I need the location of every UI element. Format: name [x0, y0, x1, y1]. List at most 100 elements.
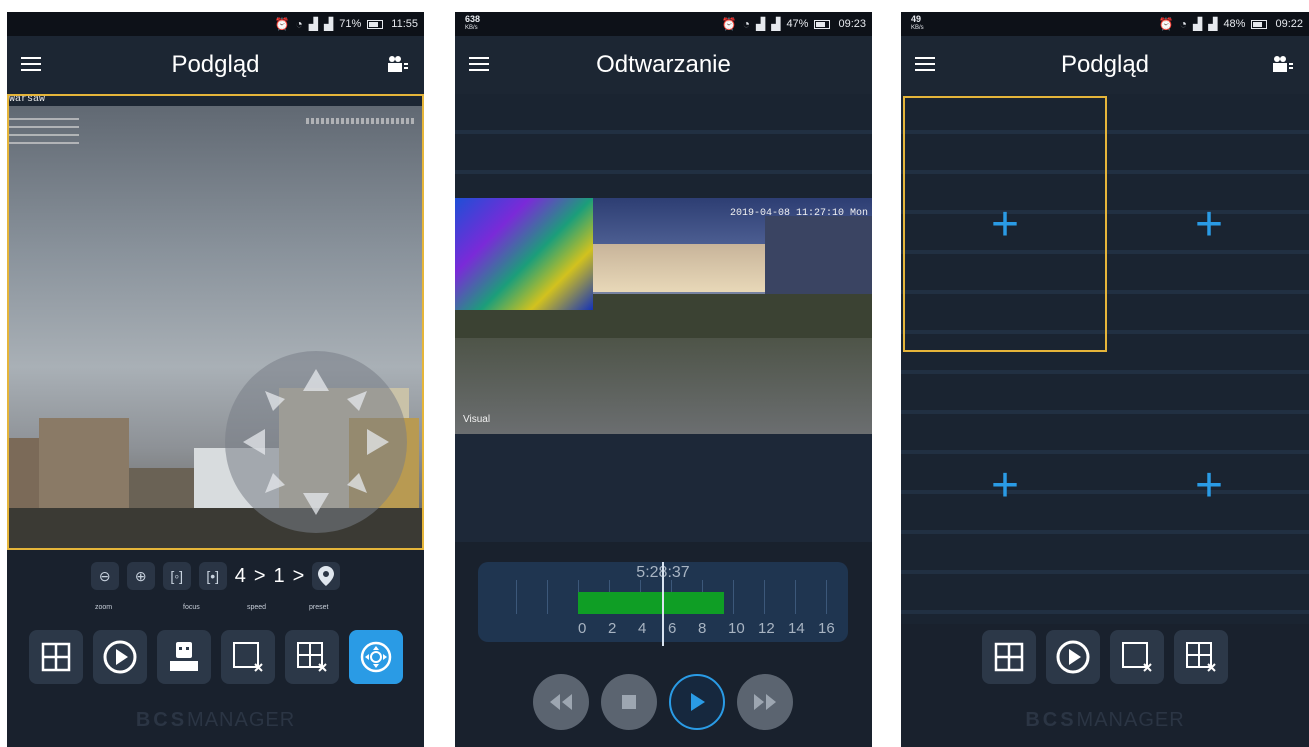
brand-logo: BCSMANAGER	[135, 709, 296, 731]
window-close-icon	[1122, 642, 1152, 672]
close-all-button[interactable]	[284, 630, 339, 684]
app-bar: Podgląd	[7, 36, 424, 94]
brand-logo: BCSMANAGER	[1025, 709, 1185, 731]
face-button[interactable]	[156, 630, 211, 684]
phone-quad-view: 49 KB/s ⏰ ◔ ▟ ▟ 48% 09:22 Podgląd + + + +	[901, 12, 1309, 747]
ptz-icon	[360, 641, 391, 673]
recording-segment	[578, 592, 724, 614]
playback-video[interactable]: 2019-04-08 11:27:10 Mon Visual	[455, 198, 872, 434]
grid-icon	[994, 642, 1024, 672]
signal-icon: ▟	[771, 17, 781, 31]
fast-forward-button[interactable]	[737, 674, 793, 730]
page-title: Odtwarzanie	[596, 51, 731, 78]
wifi-icon: ◔	[1179, 17, 1187, 31]
alarm-icon: ⏰	[721, 17, 737, 31]
alarm-icon: ⏰	[1158, 17, 1174, 31]
focus-label: focus	[183, 604, 200, 611]
speed-value[interactable]: 4	[235, 565, 246, 588]
battery-percent: 48%	[1223, 18, 1246, 30]
signal-icon: ▟	[308, 17, 319, 31]
chevron-right-icon: >	[292, 564, 305, 587]
phone-playback: 638 KB/s ⏰ ◔ ▟ ▟ 47% 09:23 Odtwarzanie 20…	[455, 12, 872, 747]
warehouse-building	[591, 244, 771, 292]
grid-close-icon	[296, 642, 327, 672]
camera-list-icon[interactable]	[1271, 54, 1295, 76]
play-icon	[691, 693, 705, 711]
close-window-button[interactable]	[220, 630, 275, 684]
add-camera-icon: +	[1194, 458, 1224, 512]
battery-icon	[1251, 19, 1268, 29]
status-bar: ⏰ ◔ ▟ ▟ 71% 11:55	[7, 12, 424, 36]
grid-close-icon	[1186, 642, 1216, 672]
stop-button[interactable]	[601, 674, 657, 730]
ptz-joystick[interactable]	[225, 351, 407, 533]
add-camera-icon: +	[990, 197, 1020, 251]
battery-icon	[814, 19, 831, 29]
preset-label: preset	[309, 604, 329, 611]
page-title: Podgląd	[171, 51, 260, 78]
bottom-toolbar	[901, 630, 1309, 684]
close-window-button[interactable]	[1110, 630, 1164, 684]
menu-icon[interactable]	[915, 57, 935, 73]
window-close-icon	[232, 642, 263, 672]
play-button[interactable]	[669, 674, 725, 730]
grid-layout-button[interactable]	[28, 630, 83, 684]
playback-button[interactable]	[92, 630, 147, 684]
stop-icon	[622, 695, 636, 709]
speed-step[interactable]: 1	[274, 565, 285, 588]
clock: 09:22	[1275, 18, 1303, 30]
timeline-scrubber[interactable]: 5:28:37 0 2 4 6 8 10 12 14 16	[478, 562, 848, 646]
clock: 11:55	[391, 18, 418, 30]
zoom-label: zoom	[95, 604, 113, 611]
grid-icon	[41, 642, 70, 672]
camera-list-icon[interactable]	[386, 54, 410, 76]
focus-near-icon[interactable]: [◦]	[162, 562, 191, 590]
play-circle-icon	[103, 640, 136, 674]
empty-channel-slot[interactable]: +	[903, 357, 1107, 613]
zoom-in-icon[interactable]: ⊕	[126, 562, 155, 590]
thermal-overlay	[455, 198, 593, 310]
app-bar: Podgląd	[901, 36, 1309, 94]
wifi-icon: ◔	[742, 17, 750, 31]
network-speed: 49 KB/s	[911, 14, 924, 32]
osd-timestamp	[306, 118, 416, 124]
add-camera-icon: +	[990, 458, 1020, 512]
menu-icon[interactable]	[469, 57, 489, 73]
signal-icon: ▟	[1208, 17, 1218, 31]
grid-layout-button[interactable]	[982, 630, 1036, 684]
rewind-icon	[550, 694, 572, 710]
menu-icon[interactable]	[21, 57, 41, 73]
status-bar: 638 KB/s ⏰ ◔ ▟ ▟ 47% 09:23	[455, 12, 872, 36]
battery-percent: 71%	[339, 18, 362, 30]
wifi-icon: ◔	[295, 17, 303, 31]
preset-pin-icon[interactable]	[312, 562, 341, 590]
focus-far-icon[interactable]: [•]	[198, 562, 227, 590]
app-bar: Odtwarzanie	[455, 36, 872, 94]
speed-label: speed	[247, 604, 267, 611]
status-bar: 49 KB/s ⏰ ◔ ▟ ▟ 48% 09:22	[901, 12, 1309, 36]
signal-icon: ▟	[1192, 17, 1203, 31]
camera-label: Warsaw	[9, 94, 46, 105]
network-speed: 638 KB/s	[465, 14, 481, 32]
ptz-controls: ⊖ ⊕ [◦] [•] 4 > 1 >	[7, 562, 424, 590]
bottom-toolbar	[7, 630, 424, 684]
empty-channel-slot[interactable]: +	[1109, 96, 1309, 352]
signal-icon: ▟	[755, 17, 766, 31]
phone-live-ptz: ⏰ ◔ ▟ ▟ 71% 11:55 Podgląd Warsaw ⊖ ⊕ [◦]…	[7, 12, 424, 747]
user-face-icon	[169, 642, 198, 671]
osd-info	[9, 118, 79, 148]
alarm-icon: ⏰	[274, 17, 290, 31]
ptz-arrows-icon	[243, 369, 389, 515]
zoom-out-icon[interactable]: ⊖	[90, 562, 119, 590]
chevron-right-icon: >	[253, 564, 266, 587]
camera-view[interactable]: Warsaw	[7, 94, 424, 550]
close-all-button[interactable]	[1174, 630, 1228, 684]
ptz-button[interactable]	[348, 630, 403, 684]
empty-channel-slot[interactable]: +	[1109, 357, 1309, 613]
empty-channel-slot[interactable]: +	[903, 96, 1107, 352]
clock: 09:23	[838, 18, 866, 30]
playback-button[interactable]	[1046, 630, 1100, 684]
rewind-button[interactable]	[533, 674, 589, 730]
channel-label: Visual	[463, 414, 491, 425]
signal-icon: ▟	[324, 17, 334, 31]
